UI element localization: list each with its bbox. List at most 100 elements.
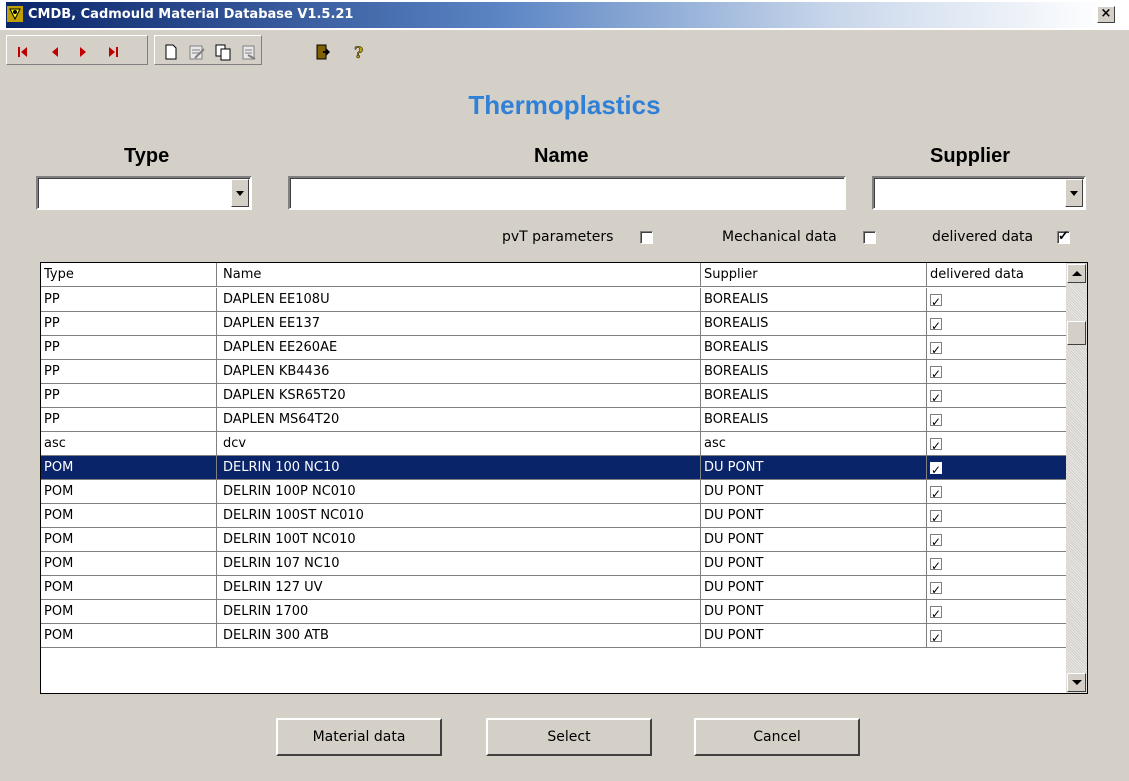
column-header-delivered[interactable]: delivered data [927,263,1066,286]
table-row[interactable]: POM DELRIN 300 ATB DU PONT [41,624,1066,648]
name-input[interactable] [288,176,846,210]
cell-supplier: BOREALIS [701,384,927,407]
type-select[interactable] [36,176,252,210]
cell-type: POM [41,552,217,575]
cell-name: DELRIN 300 ATB [217,624,701,647]
edit-document-icon[interactable] [187,42,207,62]
column-header-name[interactable]: Name [217,263,701,286]
mechanical-data-label: Mechanical data [722,229,837,245]
supplier-label: Supplier [930,145,1011,167]
scroll-down-button[interactable] [1067,673,1086,692]
name-label: Name [534,145,589,167]
column-header-type[interactable]: Type [41,263,217,286]
cell-supplier: DU PONT [701,576,927,599]
table-row[interactable]: POM DELRIN 100ST NC010 DU PONT [41,504,1066,528]
delivered-checkbox[interactable] [930,482,942,503]
mechanical-data-checkbox[interactable] [863,231,876,244]
cell-supplier: BOREALIS [701,312,927,335]
cell-supplier: DU PONT [701,480,927,503]
cell-delivered [927,336,1066,359]
table-row[interactable]: POM DELRIN 1700 DU PONT [41,600,1066,624]
table-row[interactable]: POM DELRIN 100T NC010 DU PONT [41,528,1066,552]
delivered-checkbox[interactable] [930,530,942,551]
material-data-button[interactable]: Material data [276,718,442,756]
cell-supplier: DU PONT [701,456,927,479]
pvt-parameters-checkbox[interactable] [640,231,653,244]
new-document-icon[interactable] [161,42,181,62]
delivered-checkbox[interactable] [930,290,942,311]
help-icon[interactable]: ? [349,42,369,62]
delivered-checkbox[interactable] [930,434,942,455]
cell-name: DELRIN 100 NC10 [217,456,701,479]
table-row[interactable]: POM DELRIN 127 UV DU PONT [41,576,1066,600]
select-button[interactable]: Select [486,718,652,756]
title-bar: CMDB, Cadmould Material Database V1.5.21… [0,0,1129,30]
chevron-down-icon[interactable] [231,179,249,207]
type-label: Type [124,145,170,167]
cell-name: DAPLEN EE260AE [217,336,701,359]
table-header-row: Type Name Supplier delivered data [41,263,1066,287]
cell-name: DELRIN 1700 [217,600,701,623]
table-row[interactable]: POM DELRIN 107 NC10 DU PONT [41,552,1066,576]
table-row[interactable]: PP DAPLEN EE260AE BOREALIS [41,336,1066,360]
cell-supplier: DU PONT [701,624,927,647]
cell-delivered [927,456,1066,479]
table-row[interactable]: PP DAPLEN MS64T20 BOREALIS [41,408,1066,432]
cell-type: PP [41,312,217,335]
scroll-up-button[interactable] [1067,264,1086,283]
toolbar: ? [6,32,414,76]
table-row[interactable]: POM DELRIN 100P NC010 DU PONT [41,480,1066,504]
cell-name: DELRIN 100T NC010 [217,528,701,551]
scroll-thumb[interactable] [1067,321,1086,345]
delivered-data-checkbox[interactable] [1057,228,1070,244]
table-row[interactable]: PP DAPLEN KSR65T20 BOREALIS [41,384,1066,408]
delivered-checkbox[interactable] [930,410,942,431]
next-record-icon[interactable] [73,42,93,62]
table-row[interactable]: PP DAPLEN KB4436 BOREALIS [41,360,1066,384]
delivered-checkbox[interactable] [930,338,942,359]
app-icon [7,6,23,22]
close-button[interactable]: × [1097,6,1115,23]
first-record-icon[interactable] [13,42,33,62]
cell-delivered [927,576,1066,599]
cell-name: DAPLEN KB4436 [217,360,701,383]
cell-delivered [927,528,1066,551]
previous-record-icon[interactable] [45,42,65,62]
cell-type: PP [41,288,217,311]
page-title: Thermoplastics [468,90,661,120]
table-row[interactable]: PP DAPLEN EE137 BOREALIS [41,312,1066,336]
delivered-checkbox[interactable] [930,578,942,599]
table-row[interactable]: POM DELRIN 100 NC10 DU PONT [41,456,1066,480]
cell-name: DAPLEN KSR65T20 [217,384,701,407]
vertical-scrollbar[interactable] [1066,263,1087,693]
window-title: CMDB, Cadmould Material Database V1.5.21 [28,7,354,22]
pvt-parameters-label: pvT parameters [502,229,614,245]
delivered-checkbox[interactable] [930,386,942,407]
supplier-select[interactable] [872,176,1086,210]
cell-supplier: DU PONT [701,504,927,527]
delivered-checkbox[interactable] [930,362,942,383]
delete-icon[interactable] [239,42,259,62]
delivered-data-label: delivered data [932,229,1034,245]
delivered-checkbox[interactable] [930,458,942,479]
table-row[interactable]: asc dcv asc [41,432,1066,456]
copy-icon[interactable] [213,42,233,62]
cell-supplier: BOREALIS [701,408,927,431]
cell-name: DELRIN 100ST NC010 [217,504,701,527]
cell-name: DAPLEN EE108U [217,288,701,311]
exit-door-icon[interactable] [313,42,333,62]
main-window: CMDB, Cadmould Material Database V1.5.21… [0,0,1129,781]
delivered-checkbox[interactable] [930,554,942,575]
cell-type: PP [41,360,217,383]
table-row[interactable]: PP DAPLEN EE108U BOREALIS [41,288,1066,312]
delivered-checkbox[interactable] [930,626,942,647]
materials-table-body: Type Name Supplier delivered data PP DAPL… [41,263,1066,693]
chevron-down-icon[interactable] [1065,179,1083,207]
delivered-checkbox[interactable] [930,314,942,335]
cancel-button[interactable]: Cancel [694,718,860,756]
cell-delivered [927,312,1066,335]
delivered-checkbox[interactable] [930,506,942,527]
column-header-supplier[interactable]: Supplier [701,263,927,286]
last-record-icon[interactable] [103,42,123,62]
delivered-checkbox[interactable] [930,602,942,623]
